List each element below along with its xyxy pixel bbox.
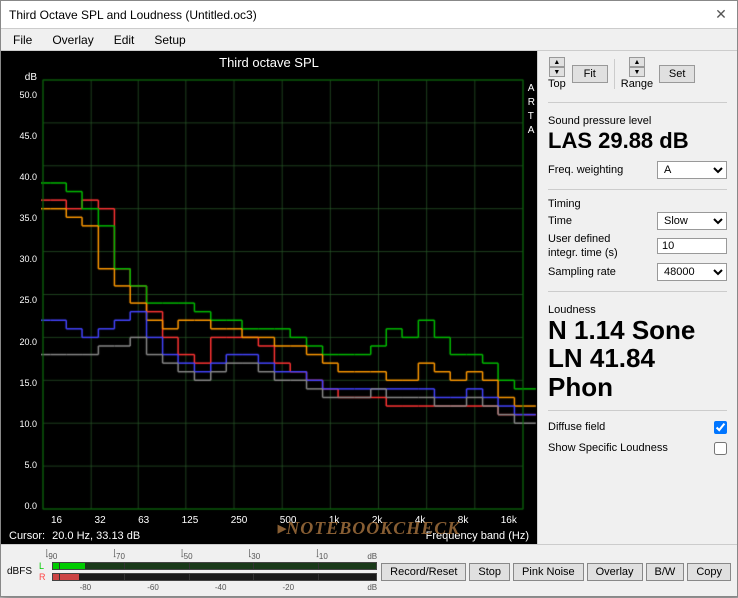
freq-weighting-select[interactable]: A B C Z <box>657 161 727 179</box>
menu-file[interactable]: File <box>9 32 36 48</box>
loudness-title: Loudness <box>548 304 727 316</box>
y-axis-label: dB <box>25 72 37 83</box>
r-meter-bar <box>52 573 377 581</box>
spl-value: LAS 29.88 dB <box>548 129 727 153</box>
time-select[interactable]: Fast Slow <box>657 212 727 230</box>
right-panel: ▲ ▼ Top Fit ▲ ▼ Range Set <box>537 51 737 544</box>
close-button[interactable]: ✕ <box>713 7 729 23</box>
diffuse-field-checkbox[interactable] <box>714 421 727 434</box>
menu-edit[interactable]: Edit <box>110 32 139 48</box>
pink-noise-button[interactable]: Pink Noise <box>513 563 584 581</box>
range-spin-group: ▲ ▼ <box>629 57 645 77</box>
show-specific-row: Show Specific Loudness <box>548 442 727 455</box>
freq-weighting-row: Freq. weighting A B C Z <box>548 161 727 179</box>
range-control-group: ▲ ▼ Range <box>621 57 653 90</box>
fit-button[interactable]: Fit <box>572 65 608 83</box>
copy-button[interactable]: Copy <box>687 563 731 581</box>
cursor-label: Cursor: 20.0 Hz, 33.13 dB <box>9 530 140 542</box>
top-up-button[interactable]: ▲ <box>549 57 565 67</box>
record-reset-button[interactable]: Record/Reset <box>381 563 466 581</box>
menu-bar: File Overlay Edit Setup <box>1 29 737 51</box>
content-area: Third octave SPL dB 50.0 45.0 40.0 35.0 … <box>1 51 737 544</box>
spl-section: Sound pressure level LAS 29.88 dB <box>548 111 727 155</box>
timing-section: Timing Time Fast Slow User definedintegr… <box>548 198 727 283</box>
time-label: Time <box>548 215 572 227</box>
stop-button[interactable]: Stop <box>469 563 510 581</box>
cursor-info: Cursor: 20.0 Hz, 33.13 dB Frequency band… <box>1 528 537 544</box>
arta-label: ARTA <box>528 82 535 138</box>
n-value: N 1.14 Sone <box>548 316 727 345</box>
chart-canvas <box>41 72 537 513</box>
user-defined-input[interactable] <box>657 238 727 254</box>
sampling-rate-select[interactable]: 44100 48000 96000 <box>657 263 727 281</box>
top-controls: ▲ ▼ Top Fit ▲ ▼ Range Set <box>548 57 727 90</box>
top-spin-group: ▲ ▼ <box>549 57 565 77</box>
user-defined-label: User definedintegr. time (s) <box>548 232 618 261</box>
user-defined-row: User definedintegr. time (s) <box>548 232 727 261</box>
diffuse-field-label: Diffuse field <box>548 421 605 433</box>
dbfs-label: dBFS <box>7 566 35 577</box>
action-buttons: Record/Reset Stop Pink Noise Overlay B/W… <box>381 563 731 581</box>
top-down-button[interactable]: ▼ <box>549 67 565 77</box>
ch-l-label: L <box>39 561 49 571</box>
freq-weighting-label: Freq. weighting <box>548 164 623 176</box>
overlay-button[interactable]: Overlay <box>587 563 643 581</box>
range-down-button[interactable]: ▼ <box>629 67 645 77</box>
loudness-section: Loudness N 1.14 Sone LN 41.84 Phon <box>548 300 727 402</box>
range-label: Range <box>621 78 653 90</box>
sampling-rate-label: Sampling rate <box>548 266 616 278</box>
ch-r-label: R <box>39 572 49 582</box>
ln-value: LN 41.84 Phon <box>548 344 727 401</box>
range-up-button[interactable]: ▲ <box>629 57 645 67</box>
bw-button[interactable]: B/W <box>646 563 685 581</box>
chart-area: Third octave SPL dB 50.0 45.0 40.0 35.0 … <box>1 51 537 544</box>
top-control-group: ▲ ▼ Top <box>548 57 566 90</box>
show-specific-checkbox[interactable] <box>714 442 727 455</box>
timing-title: Timing <box>548 198 727 210</box>
l-meter-bar <box>52 562 377 570</box>
diffuse-field-row: Diffuse field <box>548 421 727 434</box>
title-bar: Third Octave SPL and Loudness (Untitled.… <box>1 1 737 29</box>
sampling-rate-row: Sampling rate 44100 48000 96000 <box>548 263 727 281</box>
menu-overlay[interactable]: Overlay <box>48 32 97 48</box>
freq-band-label: Frequency band (Hz) <box>426 530 529 542</box>
time-row: Time Fast Slow <box>548 212 727 230</box>
spl-title: Sound pressure level <box>548 115 727 127</box>
set-button[interactable]: Set <box>659 65 695 83</box>
main-window: Third Octave SPL and Loudness (Untitled.… <box>0 0 738 597</box>
menu-setup[interactable]: Setup <box>150 32 189 48</box>
top-label: Top <box>548 78 566 90</box>
chart-title: Third octave SPL <box>1 51 537 72</box>
window-title: Third Octave SPL and Loudness (Untitled.… <box>9 8 257 22</box>
x-axis-labels: 16 32 63 125 250 500 1k 2k 4k 8k 16k <box>1 513 537 528</box>
show-specific-label: Show Specific Loudness <box>548 442 668 454</box>
bottom-bar: dBFS | -90 | -70 | -50 | -30 | -10 <box>1 544 737 596</box>
